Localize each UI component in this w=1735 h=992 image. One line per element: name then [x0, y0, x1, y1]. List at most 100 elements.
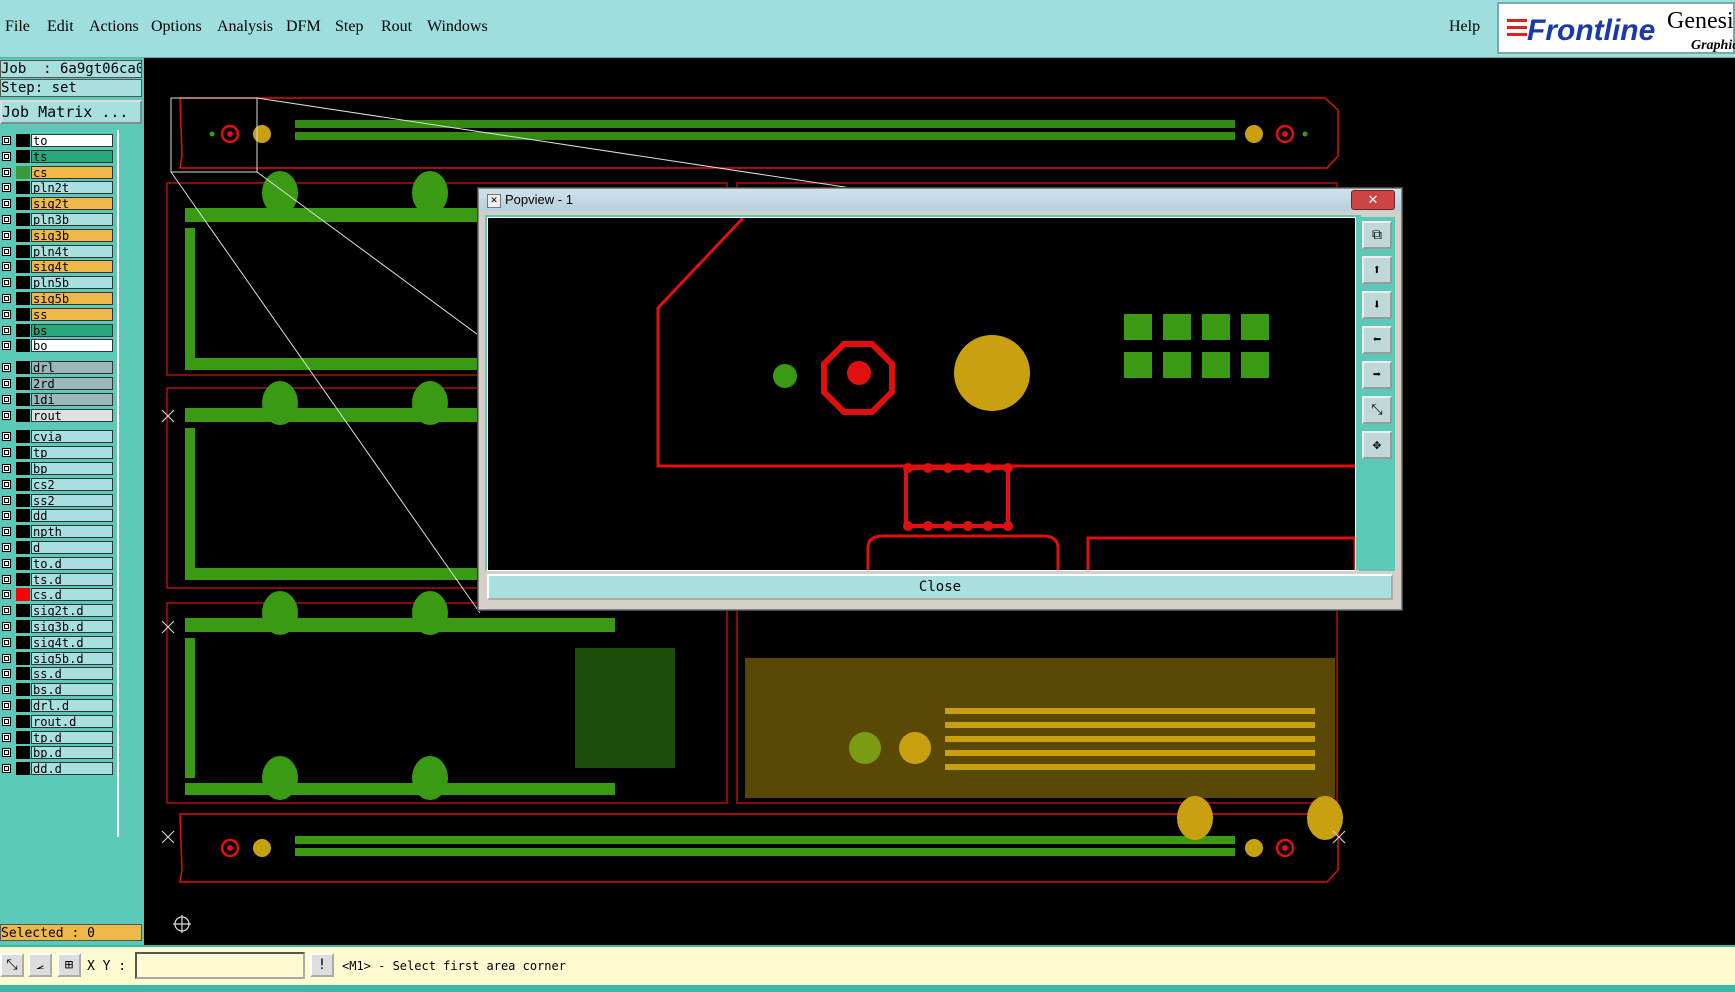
- layer-row[interactable]: rout: [0, 408, 116, 422]
- layer-checkbox[interactable]: [2, 590, 11, 600]
- layer-name[interactable]: pln4t: [31, 244, 113, 258]
- layer-name[interactable]: ss.d: [31, 667, 113, 681]
- layer-name[interactable]: ts: [31, 149, 113, 163]
- layer-row[interactable]: sig4t: [0, 260, 116, 274]
- layer-checkbox[interactable]: [2, 748, 11, 758]
- layer-name[interactable]: sig4t.d: [31, 635, 113, 649]
- layer-color-swatch[interactable]: [16, 149, 30, 163]
- menu-step[interactable]: Step: [335, 18, 363, 36]
- layer-color-swatch[interactable]: [16, 525, 30, 539]
- layer-checkbox[interactable]: [2, 495, 11, 505]
- layer-color-swatch[interactable]: [16, 377, 30, 390]
- layer-name[interactable]: ss2: [31, 493, 113, 507]
- layer-row[interactable]: pln3b: [0, 213, 116, 226]
- layer-color-swatch[interactable]: [16, 292, 30, 305]
- layer-name[interactable]: bs: [31, 323, 113, 337]
- layer-name[interactable]: rout.d: [31, 714, 113, 728]
- layer-checkbox[interactable]: [2, 511, 11, 521]
- layer-color-swatch[interactable]: [16, 556, 30, 570]
- layer-name[interactable]: pln2t: [31, 181, 113, 195]
- layer-row[interactable]: rout.d: [0, 714, 116, 728]
- layer-checkbox[interactable]: [2, 151, 11, 161]
- layer-row[interactable]: ss.d: [0, 667, 116, 681]
- layer-color-swatch[interactable]: [16, 667, 30, 681]
- layer-name[interactable]: cs: [31, 165, 113, 179]
- layer-name[interactable]: drl: [31, 361, 113, 375]
- alert-icon[interactable]: !: [310, 953, 334, 977]
- menu-actions[interactable]: Actions: [89, 18, 139, 36]
- layer-color-swatch[interactable]: [16, 260, 30, 274]
- layer-checkbox[interactable]: [2, 394, 11, 404]
- layer-checkbox[interactable]: [2, 325, 11, 335]
- xy-input[interactable]: [135, 952, 305, 979]
- pan-up-icon[interactable]: ⬆: [1362, 256, 1392, 284]
- layer-checkbox[interactable]: [2, 294, 11, 303]
- layer-color-swatch[interactable]: [16, 165, 30, 179]
- layer-color-swatch[interactable]: [16, 477, 30, 491]
- layer-checkbox[interactable]: [2, 215, 11, 224]
- layer-name[interactable]: sig2t.d: [31, 604, 113, 618]
- layer-color-swatch[interactable]: [16, 339, 30, 353]
- layer-row[interactable]: tp: [0, 446, 116, 460]
- layer-color-swatch[interactable]: [16, 430, 30, 444]
- layer-row[interactable]: bs: [0, 323, 116, 337]
- layer-checkbox[interactable]: [2, 309, 11, 319]
- menu-analysis[interactable]: Analysis: [217, 18, 273, 36]
- popview-titlebar[interactable]: ✕ Popview - 1 ✕: [479, 189, 1401, 211]
- layer-checkbox[interactable]: [2, 464, 11, 473]
- layer-row[interactable]: sig2t.d: [0, 604, 116, 618]
- layer-row[interactable]: tp.d: [0, 730, 116, 744]
- layer-color-swatch[interactable]: [16, 181, 30, 195]
- menu-options[interactable]: Options: [151, 18, 202, 36]
- layer-color-swatch[interactable]: [16, 762, 30, 776]
- layer-color-swatch[interactable]: [16, 392, 30, 406]
- layer-name[interactable]: tp.d: [31, 730, 113, 744]
- layer-color-swatch[interactable]: [16, 730, 30, 744]
- layer-name[interactable]: 1di: [31, 392, 113, 406]
- layer-checkbox[interactable]: [2, 732, 11, 742]
- window-close-button[interactable]: ✕: [1351, 190, 1395, 210]
- layer-color-swatch[interactable]: [16, 197, 30, 211]
- layer-row[interactable]: sig5b.d: [0, 651, 116, 665]
- layer-color-swatch[interactable]: [16, 446, 30, 460]
- layer-checkbox[interactable]: [2, 716, 11, 726]
- layer-name[interactable]: ts.d: [31, 572, 113, 586]
- layer-row[interactable]: 1di: [0, 392, 116, 406]
- layer-row[interactable]: bp: [0, 462, 116, 475]
- layer-name[interactable]: dd.d: [31, 762, 113, 776]
- layer-checkbox[interactable]: [2, 262, 11, 272]
- layer-name[interactable]: drl.d: [31, 699, 113, 712]
- layer-checkbox[interactable]: [2, 764, 11, 774]
- layer-row[interactable]: cvia: [0, 430, 116, 444]
- menu-dfm[interactable]: DFM: [286, 18, 321, 36]
- layer-checkbox[interactable]: [2, 363, 11, 373]
- layer-color-swatch[interactable]: [16, 604, 30, 618]
- layer-name[interactable]: sig5b: [31, 292, 113, 305]
- layer-name[interactable]: sig5b.d: [31, 651, 113, 665]
- layer-row[interactable]: bp.d: [0, 746, 116, 760]
- layer-checkbox[interactable]: [2, 246, 11, 256]
- layer-color-swatch[interactable]: [16, 323, 30, 337]
- layer-color-swatch[interactable]: [16, 699, 30, 712]
- layer-name[interactable]: cs.d: [31, 588, 113, 602]
- layer-checkbox[interactable]: [2, 183, 11, 193]
- snap-icon[interactable]: ⦟: [28, 953, 52, 977]
- layer-checkbox[interactable]: [2, 167, 11, 177]
- layer-row[interactable]: drl.d: [0, 699, 116, 712]
- layer-name[interactable]: bp.d: [31, 746, 113, 760]
- layer-row[interactable]: pln5b: [0, 276, 116, 290]
- popview-close-button[interactable]: Close: [487, 574, 1393, 600]
- layer-color-swatch[interactable]: [16, 588, 30, 602]
- pan-right-icon[interactable]: ➡: [1362, 361, 1392, 389]
- job-matrix-button[interactable]: Job Matrix ...: [0, 100, 142, 124]
- layer-name[interactable]: bp: [31, 462, 113, 475]
- layer-name[interactable]: to: [31, 134, 113, 147]
- layer-name[interactable]: sig3b: [31, 228, 113, 242]
- layer-color-swatch[interactable]: [16, 635, 30, 649]
- layer-row[interactable]: npth: [0, 525, 116, 539]
- layer-checkbox[interactable]: [2, 230, 11, 240]
- layer-row[interactable]: to.d: [0, 556, 116, 570]
- layer-checkbox[interactable]: [2, 701, 11, 710]
- layer-name[interactable]: sig4t: [31, 260, 113, 274]
- layer-row[interactable]: dd: [0, 509, 116, 523]
